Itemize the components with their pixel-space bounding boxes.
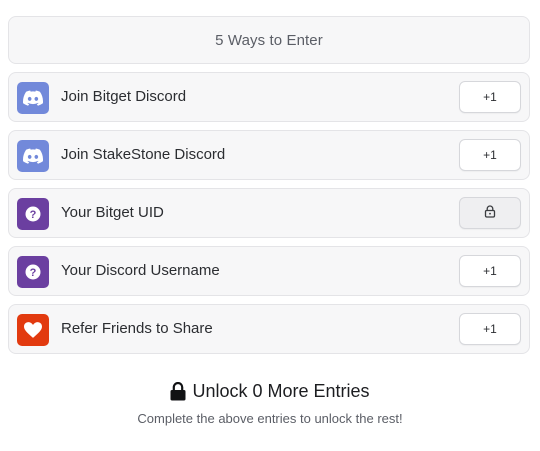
entry-label: Join StakeStone Discord	[61, 146, 226, 163]
lock-icon	[484, 205, 496, 221]
svg-text:?: ?	[30, 267, 37, 279]
entry-row-join-stakestone-discord[interactable]: Join StakeStone Discord +1	[8, 130, 530, 180]
question-icon: ?	[17, 198, 49, 230]
svg-text:?: ?	[30, 209, 37, 221]
entry-label: Refer Friends to Share	[61, 320, 213, 337]
entry-row-discord-username[interactable]: ? Your Discord Username +1	[8, 246, 530, 296]
entry-label: Join Bitget Discord	[61, 88, 187, 105]
entry-methods-widget: 5 Ways to Enter Join Bitget Discord +1 J…	[0, 0, 540, 451]
entries-header-title: 5 Ways to Enter	[215, 31, 323, 49]
entry-row-bitget-uid[interactable]: ? Your Bitget UID	[8, 188, 530, 238]
discord-icon	[17, 82, 49, 114]
entry-label: Your Discord Username	[61, 262, 220, 279]
question-icon: ?	[17, 256, 49, 288]
entry-points-button[interactable]: +1	[459, 313, 521, 345]
unlock-more-title: Unlock 0 More Entries	[0, 376, 540, 406]
unlock-more-subtitle: Complete the above entries to unlock the…	[137, 411, 403, 426]
entry-points-button[interactable]: +1	[459, 81, 521, 113]
discord-icon	[17, 140, 49, 172]
unlock-more-text: Unlock 0 More Entries	[192, 380, 370, 401]
lock-icon	[170, 381, 186, 401]
entry-locked-button[interactable]	[459, 197, 521, 229]
heart-icon	[17, 314, 49, 346]
entry-label: Your Bitget UID	[61, 204, 164, 221]
entry-points-button[interactable]: +1	[459, 139, 521, 171]
entry-row-join-bitget-discord[interactable]: Join Bitget Discord +1	[8, 72, 530, 122]
entries-header: 5 Ways to Enter	[8, 16, 530, 64]
entry-points-button[interactable]: +1	[459, 255, 521, 287]
entry-row-refer-friends[interactable]: Refer Friends to Share +1	[8, 304, 530, 354]
